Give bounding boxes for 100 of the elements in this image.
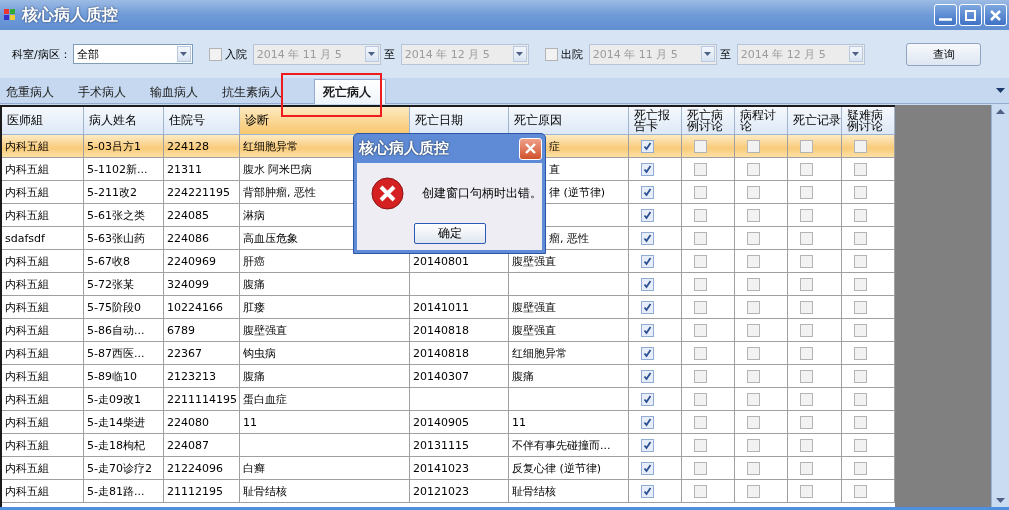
query-button[interactable]: 查询	[906, 42, 981, 66]
checkbox[interactable]	[747, 162, 760, 176]
tab[interactable]: 危重病人	[0, 81, 66, 103]
checkbox[interactable]	[694, 185, 707, 199]
checkbox[interactable]	[694, 300, 707, 314]
checkbox[interactable]	[800, 484, 813, 498]
checkbox[interactable]	[747, 461, 760, 475]
checkbox[interactable]	[747, 392, 760, 406]
checkbox[interactable]	[854, 461, 867, 475]
checkbox[interactable]	[641, 369, 654, 383]
checkbox[interactable]	[854, 484, 867, 498]
checkbox[interactable]	[694, 162, 707, 176]
checkbox[interactable]	[747, 139, 760, 153]
tab-list-arrow-icon[interactable]	[996, 88, 1005, 93]
close-button[interactable]	[984, 4, 1007, 26]
checkbox[interactable]	[800, 461, 813, 475]
checkbox[interactable]	[641, 254, 654, 268]
checkbox[interactable]	[641, 185, 654, 199]
checkbox[interactable]	[694, 461, 707, 475]
checkbox[interactable]	[208, 47, 222, 61]
tab[interactable]: 抗生素病人	[216, 81, 294, 103]
tab[interactable]: 手术病人	[72, 81, 138, 103]
checkbox[interactable]	[854, 392, 867, 406]
checkbox[interactable]	[694, 369, 707, 383]
checkbox[interactable]	[747, 438, 760, 452]
checkbox[interactable]	[694, 254, 707, 268]
column-header[interactable]: 病程讨论	[735, 107, 788, 135]
checkbox[interactable]	[800, 346, 813, 360]
column-header[interactable]: 病人姓名	[84, 107, 164, 135]
checkbox[interactable]	[854, 277, 867, 291]
column-header[interactable]: 死亡日期	[410, 107, 509, 135]
checkbox[interactable]	[747, 277, 760, 291]
checkbox[interactable]	[854, 300, 867, 314]
checkbox[interactable]	[800, 231, 813, 245]
checkbox[interactable]	[800, 415, 813, 429]
checkbox[interactable]	[694, 484, 707, 498]
checkbox[interactable]	[694, 346, 707, 360]
maximize-button[interactable]	[959, 4, 982, 26]
checkbox[interactable]	[854, 438, 867, 452]
checkbox[interactable]	[747, 300, 760, 314]
checkbox[interactable]	[747, 369, 760, 383]
checkbox[interactable]	[544, 47, 558, 61]
close-button[interactable]	[519, 137, 542, 160]
checkbox[interactable]	[747, 484, 760, 498]
checkbox[interactable]	[800, 139, 813, 153]
minimize-button[interactable]	[934, 4, 957, 26]
checkbox[interactable]	[694, 438, 707, 452]
checkbox[interactable]	[854, 346, 867, 360]
checkbox[interactable]	[641, 139, 654, 153]
checkbox[interactable]	[854, 254, 867, 268]
column-header[interactable]: 疑难病例讨论	[842, 107, 895, 135]
checkbox[interactable]	[641, 438, 654, 452]
checkbox[interactable]	[854, 208, 867, 222]
checkbox[interactable]	[747, 231, 760, 245]
checkbox[interactable]	[641, 461, 654, 475]
checkbox[interactable]	[854, 369, 867, 383]
checkbox[interactable]	[694, 139, 707, 153]
column-header[interactable]: 诊断	[240, 107, 410, 135]
ok-button[interactable]: 确定	[413, 223, 486, 244]
vertical-scrollbar[interactable]	[991, 105, 1009, 507]
tab[interactable]: 输血病人	[144, 81, 210, 103]
checkbox[interactable]	[800, 162, 813, 176]
scroll-down-icon[interactable]	[996, 498, 1005, 503]
checkbox[interactable]	[854, 323, 867, 337]
checkbox[interactable]	[641, 484, 654, 498]
column-header[interactable]: 死亡报告卡	[629, 107, 682, 135]
checkbox[interactable]	[800, 208, 813, 222]
checkbox[interactable]	[854, 185, 867, 199]
checkbox[interactable]	[800, 369, 813, 383]
tab[interactable]: 死亡病人	[314, 79, 386, 104]
checkbox[interactable]	[641, 392, 654, 406]
checkbox[interactable]	[641, 277, 654, 291]
column-header[interactable]: 死亡原因	[509, 107, 629, 135]
checkbox[interactable]	[694, 208, 707, 222]
checkbox[interactable]	[641, 415, 654, 429]
checkbox[interactable]	[854, 415, 867, 429]
column-header[interactable]: 死亡记录	[788, 107, 842, 135]
checkbox[interactable]	[854, 139, 867, 153]
column-header[interactable]: 死亡病例讨论	[682, 107, 735, 135]
checkbox[interactable]	[747, 254, 760, 268]
checkbox[interactable]	[854, 162, 867, 176]
department-dropdown[interactable]: 全部	[72, 44, 193, 64]
checkbox[interactable]	[747, 208, 760, 222]
checkbox[interactable]	[641, 323, 654, 337]
checkbox[interactable]	[747, 415, 760, 429]
checkbox[interactable]	[800, 392, 813, 406]
checkbox[interactable]	[747, 323, 760, 337]
checkbox[interactable]	[641, 162, 654, 176]
checkbox[interactable]	[800, 300, 813, 314]
checkbox[interactable]	[694, 277, 707, 291]
checkbox[interactable]	[641, 346, 654, 360]
column-header[interactable]: 医师組	[2, 107, 84, 135]
checkbox[interactable]	[854, 231, 867, 245]
scroll-up-icon[interactable]	[996, 109, 1005, 114]
checkbox[interactable]	[800, 277, 813, 291]
checkbox[interactable]	[800, 254, 813, 268]
column-header[interactable]: 住院号	[164, 107, 240, 135]
checkbox[interactable]	[747, 346, 760, 360]
checkbox[interactable]	[641, 208, 654, 222]
checkbox[interactable]	[694, 323, 707, 337]
